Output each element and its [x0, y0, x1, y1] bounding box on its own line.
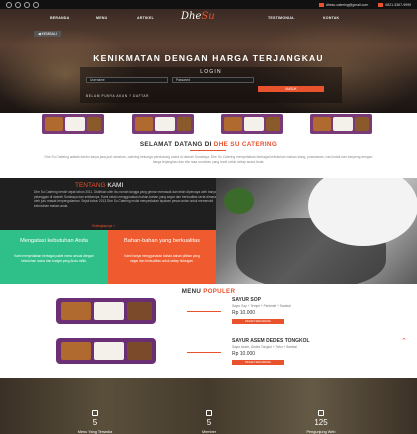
username-input[interactable]: Username — [86, 77, 168, 83]
welcome-title: SELAMAT DATANG DI DHE SU CATERING — [0, 141, 417, 148]
login-title: LOGIN — [200, 69, 222, 75]
phone-icon — [378, 2, 384, 7]
welcome-text: Dhe Su Catering adalah kantor karya jasa… — [44, 155, 373, 164]
stat-menu: 5 Menu Yang Tersedia — [50, 410, 140, 434]
stat-member: 5 Member — [164, 410, 254, 434]
feature-text: Kami hanya menggunakan bahan-bahan pilih… — [124, 254, 200, 263]
facebook-icon[interactable] — [6, 1, 12, 8]
login-button[interactable]: MASUK — [258, 86, 324, 92]
google-plus-icon[interactable] — [24, 1, 30, 8]
divider — [187, 352, 221, 353]
welcome-title-highlight: DHE SU CATERING — [213, 141, 278, 148]
stat-label: Member — [202, 430, 216, 434]
chef-photo — [216, 178, 417, 284]
stat-number: 5 — [92, 418, 98, 427]
divider — [190, 150, 226, 151]
stat-visitors: 125 Pengunjung Web — [276, 410, 366, 434]
phone-text: 0821-3367-9999 — [385, 2, 411, 7]
about-text: Dhe Su Catering berdiri sejak tahun 2011… — [34, 190, 219, 208]
feature-title: Mengatasi kebutuhan Anda — [20, 238, 88, 244]
about-title-prefix: TENTANG — [75, 182, 106, 189]
menu-item-name: SAYUR SOP — [232, 297, 261, 303]
menu-item-desc: Sayur Sop + Tempe + Perkedel + Sambal — [232, 304, 291, 308]
feature-title: Bahan-bahan yang berkualitas — [124, 238, 200, 244]
about-read-more-link[interactable]: Selengkapnya » — [92, 224, 115, 228]
order-button[interactable]: PESAN SEKARANG — [232, 360, 284, 365]
user-icon — [206, 410, 212, 416]
menu-title-prefix: MENU — [181, 288, 202, 295]
twitter-icon[interactable] — [15, 1, 21, 8]
email-info: dhesu.catering@gmail.com — [318, 2, 369, 7]
main-nav: BERANDA MENU ARTIKEL DheSu TESTIMONIAL K… — [0, 11, 417, 25]
feature-box-needs: Mengatasi kebutuhan Anda Kami menyediaka… — [0, 230, 108, 284]
email-text: dhesu.catering@gmail.com — [325, 2, 369, 7]
phone-info: 0821-3367-9999 — [378, 2, 411, 7]
mail-icon — [318, 2, 324, 7]
logo-text-right: Su — [201, 11, 215, 22]
menu-item-image[interactable] — [56, 338, 156, 364]
login-form: LOGIN Username Password MASUK BELUM PUNY… — [80, 67, 342, 103]
logo-text-left: Dhe — [181, 11, 202, 22]
contact-info: dhesu.catering@gmail.com 0821-3367-9999 — [318, 2, 411, 7]
feature-box-quality: Bahan-bahan yang berkualitas Kami hanya … — [108, 230, 216, 284]
menu-thumbnail[interactable] — [310, 114, 372, 134]
menu-item-desc: Sayur Asem, Dedes Tongkol + Tahu + Samba… — [232, 345, 297, 349]
menu-thumbnail[interactable] — [221, 114, 283, 134]
nav-kontak[interactable]: KONTAK — [323, 16, 339, 20]
menu-title-highlight: POPULER — [203, 288, 236, 295]
menu-item-name: SAYUR ASEM DEDES TONGKOL — [232, 338, 310, 344]
menu-title: MENU POPULER — [0, 288, 417, 295]
site-logo[interactable]: DheSu — [181, 11, 215, 22]
welcome-title-prefix: SELAMAT DATANG DI — [139, 141, 212, 148]
menu-thumbnail[interactable] — [132, 114, 194, 134]
stat-label: Pengunjung Web — [306, 430, 336, 434]
menu-thumbnail[interactable] — [42, 114, 104, 134]
scroll-top-icon[interactable]: ⌃ — [401, 338, 407, 345]
hero-section: BERANDA MENU ARTIKEL DheSu TESTIMONIAL K… — [0, 9, 417, 113]
fork-icon — [92, 410, 98, 416]
back-button[interactable]: ◀ KEMBALI — [34, 31, 61, 37]
divider — [187, 311, 221, 312]
menu-item-image[interactable] — [56, 298, 156, 324]
menu-thumbnails — [0, 113, 417, 135]
top-bar: dhesu.catering@gmail.com 0821-3367-9999 — [0, 0, 417, 9]
about-title: TENTANG KAMI — [75, 182, 123, 189]
order-button[interactable]: PESAN SEKARANG — [232, 319, 284, 324]
nav-beranda[interactable]: BERANDA — [50, 16, 69, 20]
feature-text: Kami menyediakan berbagai paket menu ses… — [14, 254, 94, 263]
password-input[interactable]: Password — [172, 77, 254, 83]
stat-number: 125 — [314, 418, 328, 427]
nav-menu[interactable]: MENU — [96, 16, 107, 20]
nav-testimonial[interactable]: TESTIMONIAL — [268, 16, 295, 20]
register-link[interactable]: BELUM PUNYA AKUN ? DAFTAR — [86, 94, 149, 98]
about-title-highlight: KAMI — [107, 182, 124, 189]
stat-number: 5 — [206, 418, 212, 427]
nav-artikel[interactable]: ARTIKEL — [137, 16, 154, 20]
stat-label: Menu Yang Tersedia — [77, 430, 113, 434]
hero-title: KENIKMATAN DENGAN HARGA TERJANGKAU — [93, 53, 324, 63]
cart-icon — [318, 410, 324, 416]
menu-item-price: Rp 10.000 — [232, 310, 256, 316]
instagram-icon[interactable] — [33, 1, 39, 8]
menu-item-price: Rp 10.000 — [232, 351, 256, 357]
stats-section: 5 Menu Yang Tersedia 5 Member 125 Pengun… — [0, 378, 417, 434]
